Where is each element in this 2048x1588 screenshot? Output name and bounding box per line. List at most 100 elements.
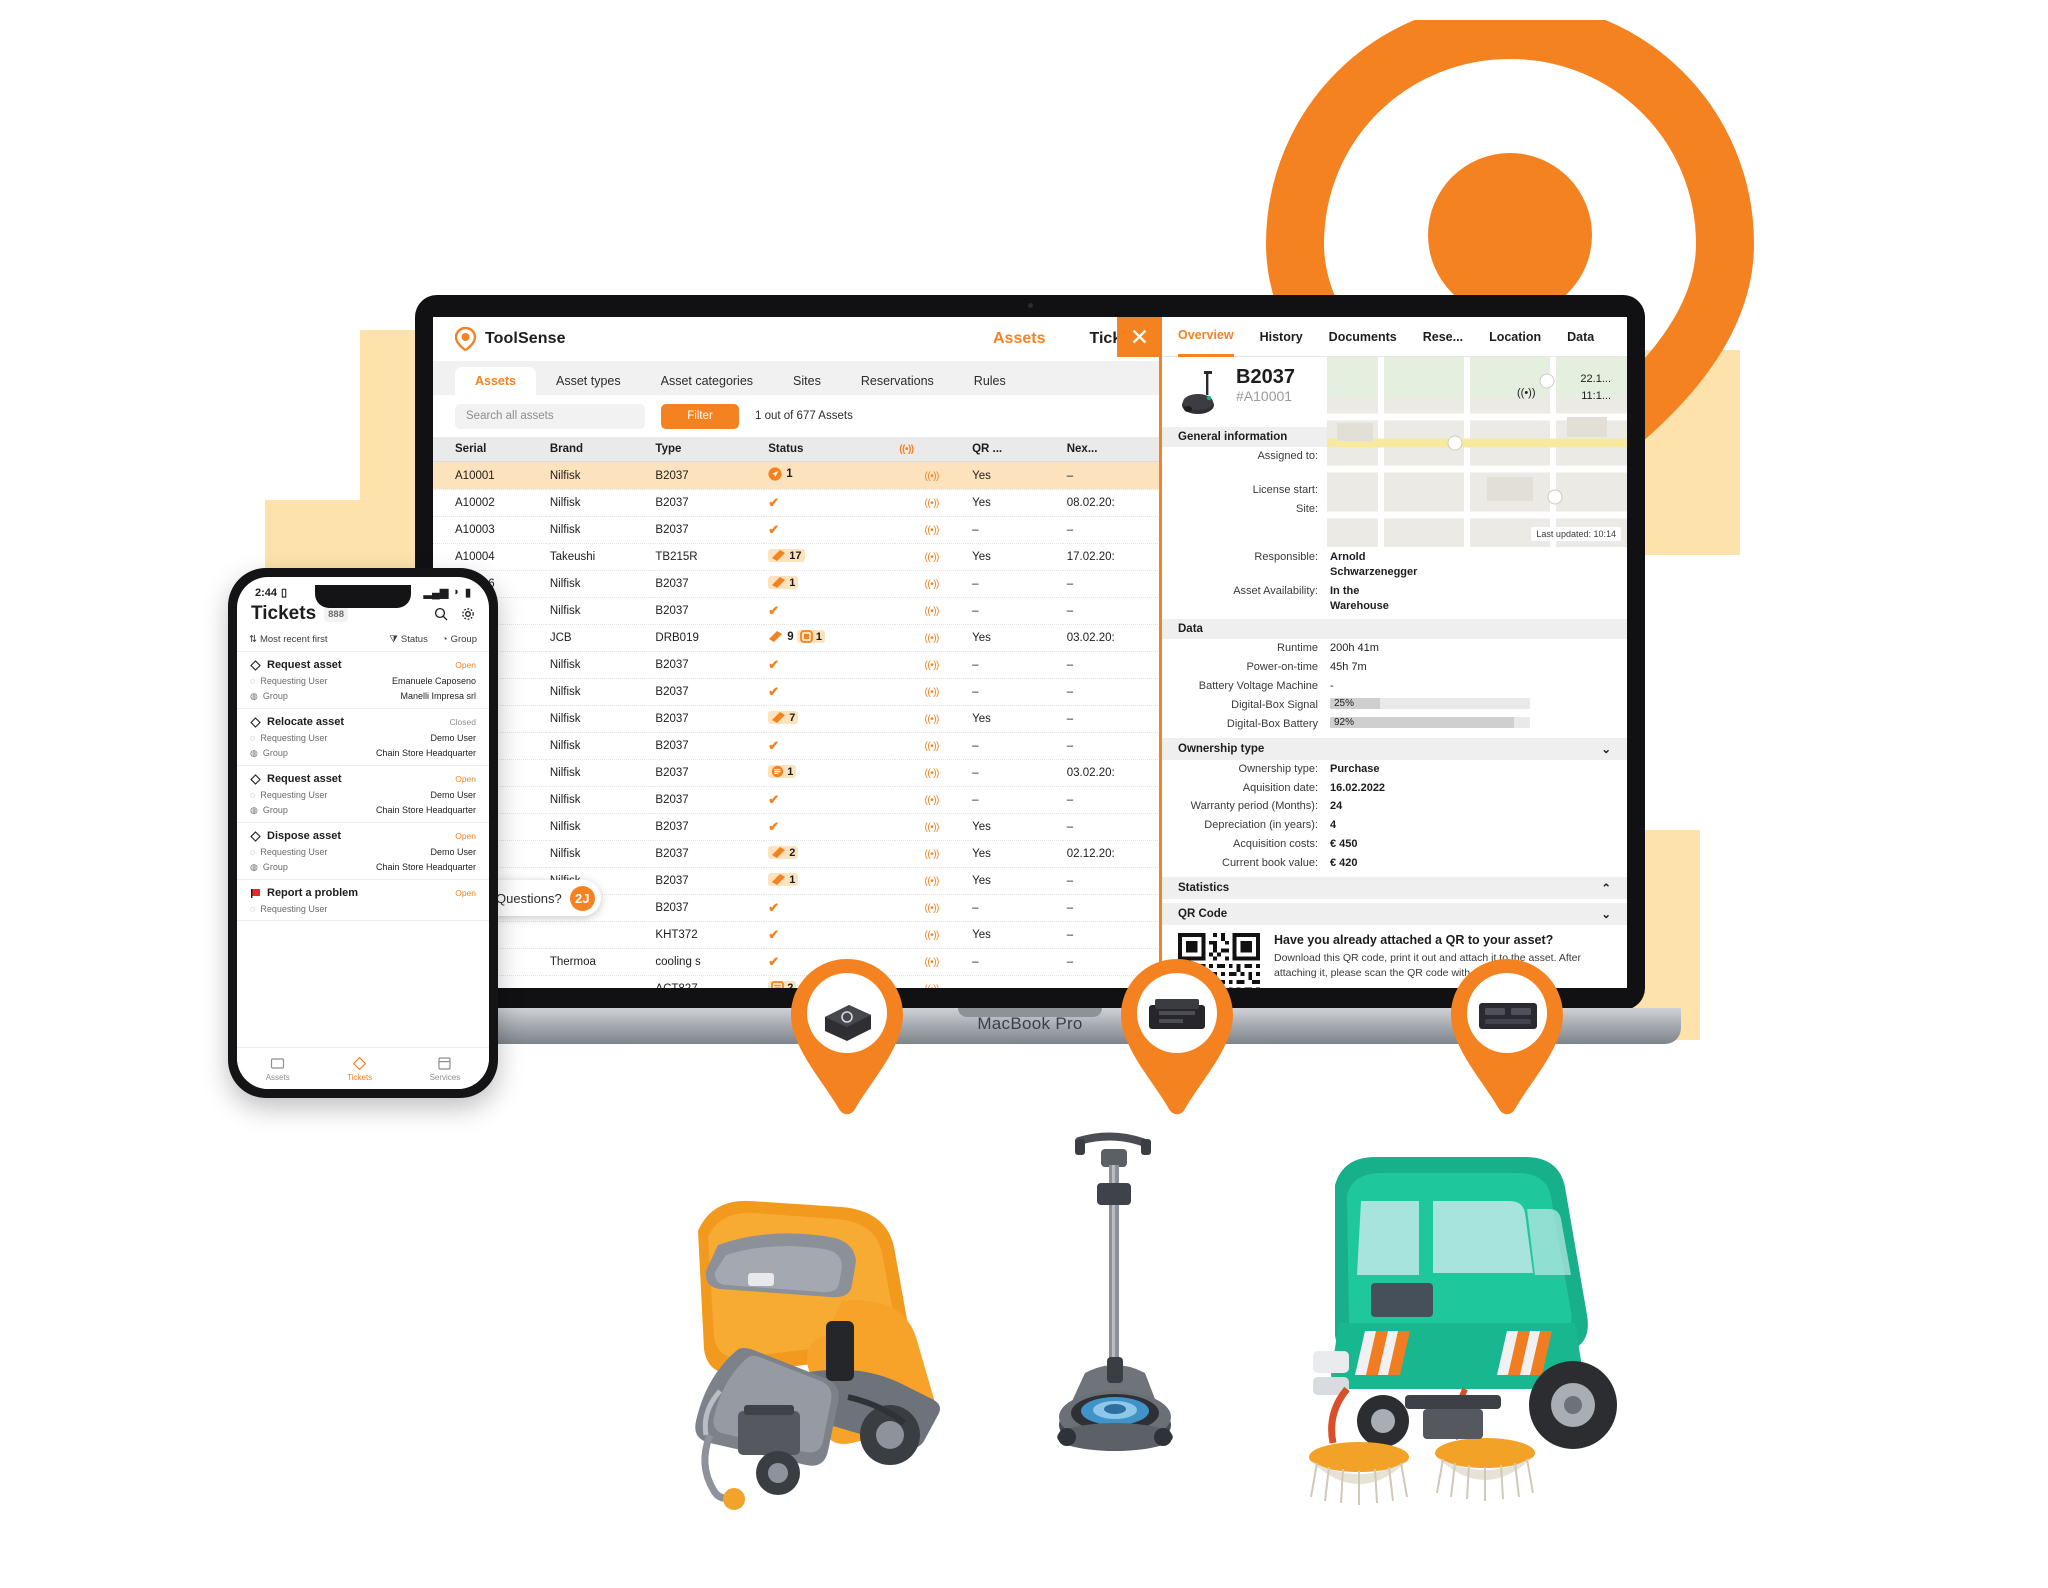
cell-signal: ((•)) [895, 516, 969, 544]
signal-icon: ((•)) [924, 768, 940, 779]
status-maintenance-badge: 2 [768, 846, 799, 859]
section-qr-code[interactable]: QR Code ⌄ [1162, 902, 1627, 925]
drawer-tab-overview[interactable]: Overview [1178, 317, 1234, 357]
tab-label: Assets [265, 1072, 290, 1082]
ownership-label: Warranty period (Months): [1190, 800, 1318, 813]
tab-tickets[interactable]: Tickets [347, 1056, 372, 1082]
subtab-sites[interactable]: Sites [773, 367, 841, 395]
ownership-value: € 420 [1330, 856, 1358, 869]
cell-status: 1 [764, 570, 896, 598]
asset-detail-drawer: ✕ Last updated: 10:14 Overview History D… [1117, 317, 1627, 988]
subtab-asset-types[interactable]: Asset types [536, 367, 641, 395]
section-statistics[interactable]: Statistics ⌃ [1162, 876, 1627, 899]
device-pin-1 [783, 955, 911, 1123]
wrench-icon [772, 847, 786, 858]
nav-item-assets[interactable]: Assets [993, 330, 1045, 348]
sort-filter[interactable]: ⇅ Most recent first [249, 634, 328, 645]
subtab-assets[interactable]: Assets [455, 367, 536, 395]
ticket-group-row: ◍ Group Chain Store Headquarter [250, 748, 476, 759]
status-location-badge: 1 [768, 467, 793, 481]
list-item[interactable]: Report a problem Open ◌ Requesting User [237, 880, 489, 921]
status-count: 9 [787, 630, 794, 643]
status-check-icon: ✔ [768, 684, 780, 699]
cell-type: cooling s [651, 948, 765, 976]
data-row: Battery Voltage Machine - [1162, 677, 1627, 696]
search-input[interactable]: Search all assets [455, 403, 645, 429]
cell-type: B2037 [651, 732, 765, 760]
cell-brand: Nilfisk [545, 813, 652, 841]
tab-services[interactable]: Services [430, 1056, 460, 1082]
ticket-user-label: Requesting User [260, 904, 328, 914]
ticket-group-value: Chain Store Headquarter [375, 748, 476, 758]
drawer-tab-history[interactable]: History [1260, 317, 1303, 357]
col-signal-icon[interactable]: ((•)) [895, 437, 969, 462]
cell-type: DRB019 [651, 624, 765, 652]
subtab-reservations[interactable]: Reservations [841, 367, 954, 395]
section-ownership-type[interactable]: Ownership type ⌄ [1162, 737, 1627, 760]
cell-signal: ((•)) [895, 867, 969, 895]
col-serial[interactable]: Serial [433, 437, 546, 462]
ticket-user-label: Requesting User [260, 733, 328, 743]
list-item[interactable]: Request asset Open ◌ Requesting User Emanuel… [237, 652, 489, 709]
data-list: Runtime 200h 41m Power-on-time 45h 7m Batter… [1162, 639, 1627, 733]
filter-button[interactable]: Filter [661, 403, 739, 429]
ownership-value: 4 [1330, 819, 1337, 832]
meter-value: 92% [1334, 716, 1355, 728]
chevron-down-icon: ⌄ [1601, 908, 1611, 921]
general-label: Assigned to: [1257, 450, 1318, 462]
signal-icon: ((•)) [899, 444, 914, 455]
ownership-row: Ownership type: Purchase [1162, 760, 1627, 779]
subtab-asset-categories[interactable]: Asset categories [641, 367, 773, 395]
status-filter[interactable]: ⧩ Status [389, 634, 427, 645]
drawer-tab-data[interactable]: Data [1567, 317, 1594, 357]
close-drawer-button[interactable]: ✕ [1117, 317, 1162, 357]
cell-brand: Nilfisk [545, 732, 652, 760]
cell-brand: Nilfisk [545, 651, 652, 679]
cell-qr: Yes [968, 543, 1063, 571]
person-icon: ◌ [250, 676, 256, 686]
section-data[interactable]: Data [1162, 619, 1627, 640]
ownership-value: Purchase [1330, 762, 1380, 775]
nav-label: Assets [993, 330, 1046, 347]
data-label: Runtime [1277, 642, 1318, 655]
cell-status: 1 [764, 867, 896, 895]
drawer-tab-reservations[interactable]: Rese... [1423, 317, 1463, 357]
drawer-tab-documents[interactable]: Documents [1329, 317, 1397, 357]
group-filter[interactable]: ◔ Group [442, 634, 477, 645]
battery-full-icon: ▮ [464, 587, 471, 599]
ticket-group-row: ◍ Group Chain Store Headquarter [250, 805, 476, 816]
col-brand[interactable]: Brand [545, 437, 652, 462]
subtab-rules[interactable]: Rules [954, 367, 1026, 395]
col-qr[interactable]: QR ... [968, 437, 1063, 462]
gear-icon[interactable] [461, 607, 475, 621]
col-type[interactable]: Type [651, 437, 765, 462]
data-row: Runtime 200h 41m [1162, 639, 1627, 658]
cell-qr: Yes [968, 840, 1063, 868]
sort-icon: ⇅ [249, 634, 257, 645]
ticket-group-row: ◍ Group Manelli Impresa srl [250, 691, 476, 702]
list-item[interactable]: Request asset Open ◌ Requesting User Demo Us… [237, 766, 489, 823]
col-status[interactable]: Status [764, 437, 896, 462]
ticket-name: Relocate asset [267, 716, 345, 728]
cell-qr: – [968, 759, 1063, 787]
chat-widget[interactable]: Questions? 2J [480, 880, 601, 916]
brand-pin-icon [455, 327, 476, 351]
ticket-user-row: ◌ Requesting User [250, 904, 476, 914]
cell-status: ✔ [764, 732, 896, 760]
section-title: Ownership type [1178, 742, 1265, 755]
drawer-tab-location[interactable]: Location [1489, 317, 1541, 357]
general-label: Asset Availability: [1233, 584, 1318, 597]
status-maintenance-badge: 7 [768, 711, 799, 724]
ticket-diamond-icon [250, 773, 261, 785]
cell-qr: – [968, 516, 1063, 544]
cell-status: ✔ [764, 786, 896, 814]
cell-brand: Nilfisk [545, 840, 652, 868]
list-item[interactable]: Relocate asset Closed ◌ Requesting User Demo… [237, 709, 489, 766]
chat-avatar-icon[interactable]: 2J [569, 885, 595, 911]
status-check-icon: ✔ [768, 522, 780, 537]
search-icon[interactable] [434, 607, 448, 621]
list-item[interactable]: Dispose asset Open ◌ Requesting User Demo Us… [237, 823, 489, 880]
chevron-down-icon: ⌄ [1601, 743, 1611, 756]
cell-qr: Yes [968, 489, 1063, 517]
tab-assets[interactable]: Assets [266, 1056, 290, 1082]
